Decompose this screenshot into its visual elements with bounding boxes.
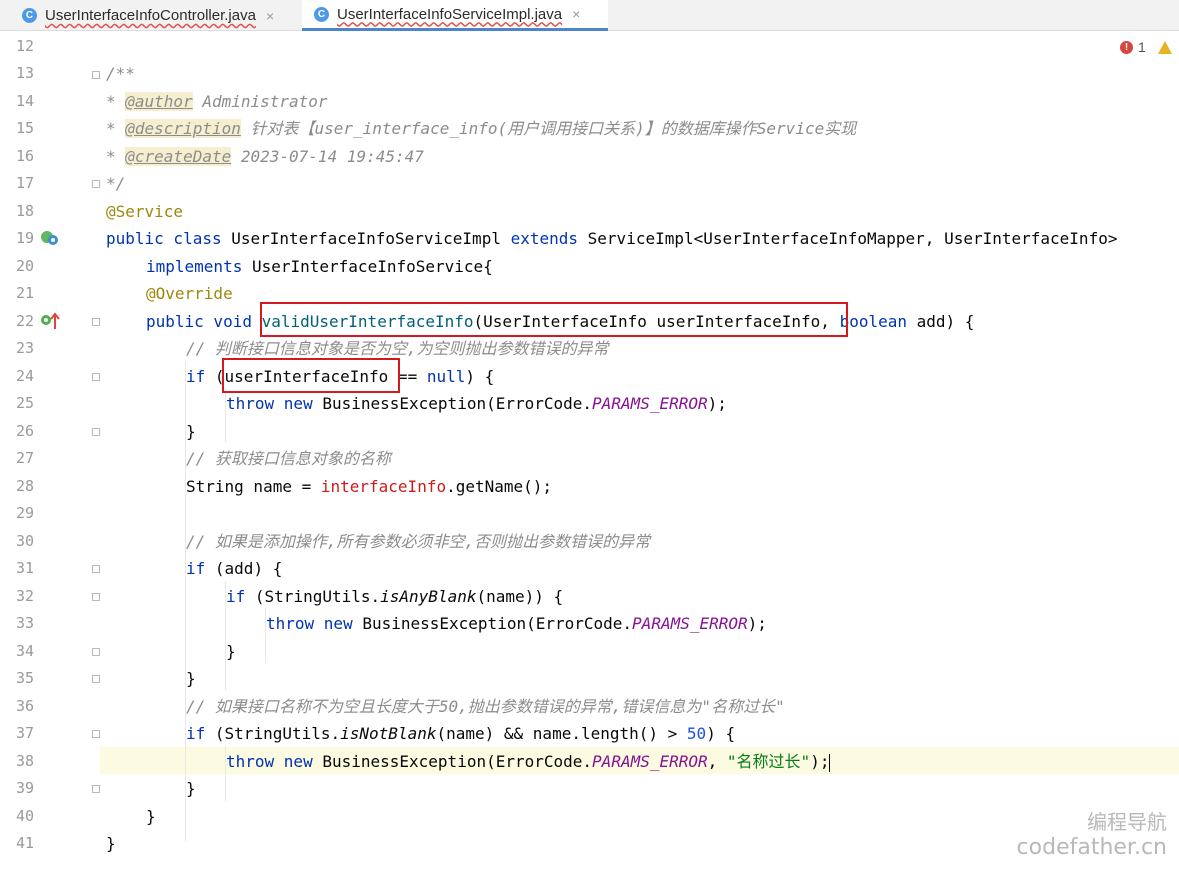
fold-marker[interactable] — [92, 675, 100, 683]
code-line-19: public class UserInterfaceInfoServiceImp… — [106, 229, 1118, 248]
line-number: 39 — [15, 779, 34, 797]
line-number: 31 — [15, 559, 34, 577]
line-number: 22 — [15, 312, 34, 330]
line-number: 28 — [15, 477, 34, 495]
fold-marker[interactable] — [92, 593, 100, 601]
highlight-box-parameter-usage — [222, 358, 400, 393]
code-line-13: /** — [106, 64, 135, 83]
line-number: 27 — [15, 449, 34, 467]
code-line-27: // 获取接口信息对象的名称 — [186, 449, 391, 468]
code-line-34: } — [226, 642, 236, 661]
watermark-title: 编程导航 — [1087, 810, 1167, 834]
line-number: 32 — [15, 587, 34, 605]
line-number: 38 — [15, 752, 34, 770]
fold-marker[interactable] — [92, 373, 100, 381]
code-line-16: * @createDate 2023-07-14 19:45:47 — [106, 147, 424, 166]
fold-marker[interactable] — [92, 428, 100, 436]
text-caret — [829, 753, 831, 772]
line-number: 19 — [15, 229, 34, 247]
line-number: 23 — [15, 339, 34, 357]
code-line-21: @Override — [146, 284, 233, 303]
editor-tab-bar: C UserInterfaceInfoController.java × C U… — [0, 0, 1179, 31]
line-number: 20 — [15, 257, 34, 275]
line-number: 29 — [15, 504, 34, 522]
code-editor[interactable]: /** * @author Administrator * @descripti… — [100, 31, 1179, 872]
code-line-36: // 如果接口名称不为空且长度大于50,抛出参数错误的异常,错误信息为"名称过长… — [186, 697, 785, 716]
code-line-15: * @description 针对表【user_interface_info(用… — [106, 119, 857, 138]
code-line-30: // 如果是添加操作,所有参数必须非空,否则抛出参数错误的异常 — [186, 532, 651, 551]
fold-marker[interactable] — [92, 565, 100, 573]
code-line-31: if (add) { — [186, 559, 283, 578]
override-method-icon[interactable] — [40, 311, 60, 331]
tab-controller[interactable]: C UserInterfaceInfoController.java × — [0, 0, 300, 31]
tab-label: UserInterfaceInfoController.java — [45, 7, 256, 24]
close-icon[interactable]: × — [266, 8, 274, 24]
line-number: 16 — [15, 147, 34, 165]
bean-implementation-icon[interactable] — [40, 229, 60, 247]
code-line-35: } — [186, 669, 196, 688]
java-class-icon: C — [22, 8, 37, 23]
line-number: 12 — [15, 37, 34, 55]
watermark-url: codefather.cn — [1016, 835, 1167, 860]
line-number-gutter[interactable]: 12 13 14 15 16 17 18 19 20 21 22 23 24 2… — [0, 31, 100, 872]
code-line-25: throw new BusinessException(ErrorCode.PA… — [226, 394, 727, 413]
line-number: 13 — [15, 64, 34, 82]
line-number: 33 — [15, 614, 34, 632]
line-number: 18 — [15, 202, 34, 220]
fold-marker[interactable] — [92, 71, 100, 79]
code-line-38: throw new BusinessException(ErrorCode.PA… — [226, 752, 831, 772]
line-number: 15 — [15, 119, 34, 137]
fold-marker[interactable] — [92, 785, 100, 793]
line-number: 37 — [15, 724, 34, 742]
code-line-17: */ — [106, 174, 126, 193]
code-line-26: } — [186, 422, 196, 441]
code-line-20: implements UserInterfaceInfoService{ — [146, 257, 493, 276]
tab-label: UserInterfaceInfoServiceImpl.java — [337, 5, 563, 23]
line-number: 14 — [15, 92, 34, 110]
java-class-icon: C — [314, 6, 329, 22]
code-line-33: throw new BusinessException(ErrorCode.PA… — [266, 614, 767, 633]
line-number: 30 — [15, 532, 34, 550]
line-number: 40 — [15, 807, 34, 825]
line-number: 17 — [15, 174, 34, 192]
code-line-40: } — [146, 807, 156, 826]
highlight-box-method-signature — [260, 302, 848, 337]
line-number: 35 — [15, 669, 34, 687]
line-number: 36 — [15, 697, 34, 715]
fold-marker[interactable] — [92, 318, 100, 326]
code-line-37: if (StringUtils.isNotBlank(name) && name… — [186, 724, 736, 743]
close-icon[interactable]: × — [572, 6, 580, 22]
line-number: 24 — [15, 367, 34, 385]
code-line-18: @Service — [106, 202, 184, 221]
line-number: 34 — [15, 642, 34, 660]
code-line-28: String name = interfaceInfo.getName(); — [186, 477, 553, 496]
line-number: 21 — [15, 284, 34, 302]
line-number: 25 — [15, 394, 34, 412]
tab-service-impl[interactable]: C UserInterfaceInfoServiceImpl.java × — [302, 0, 608, 31]
fold-marker[interactable] — [92, 648, 100, 656]
code-line-32: if (StringUtils.isAnyBlank(name)) { — [226, 587, 564, 606]
line-number: 41 — [15, 834, 34, 852]
fold-marker[interactable] — [92, 180, 100, 188]
code-line-41: } — [106, 834, 116, 853]
fold-marker[interactable] — [92, 730, 100, 738]
code-line-39: } — [186, 779, 196, 798]
code-line-14: * @author Administrator — [106, 92, 328, 111]
line-number: 26 — [15, 422, 34, 440]
